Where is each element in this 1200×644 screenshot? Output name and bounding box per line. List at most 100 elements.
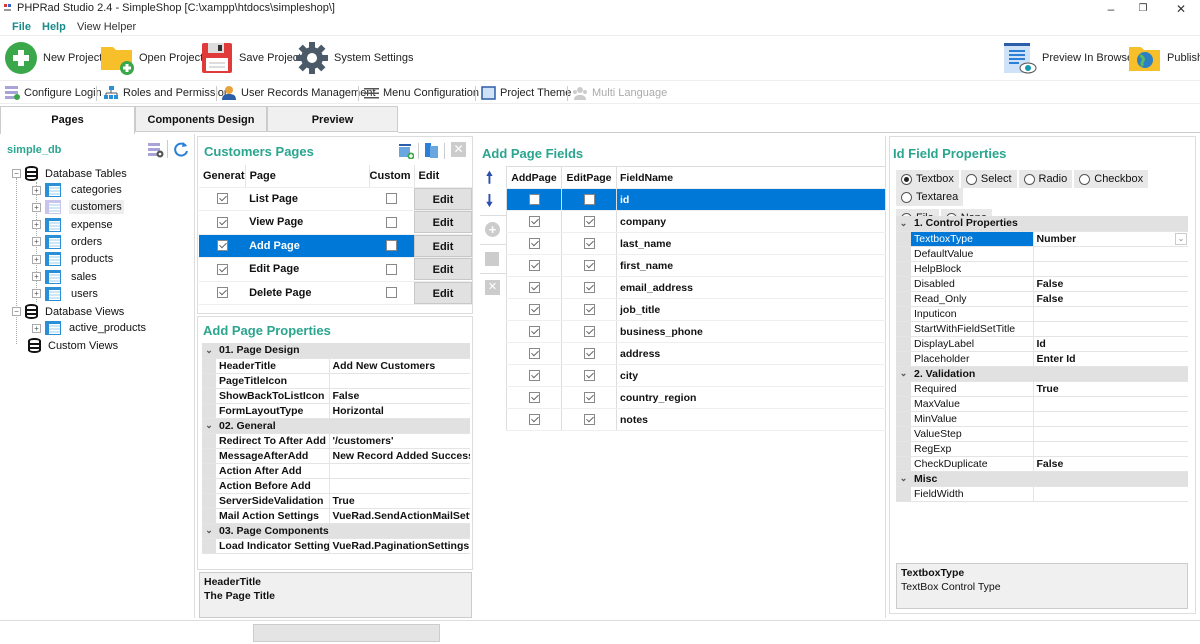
radio-checkbox[interactable]: Checkbox (1074, 170, 1149, 188)
add-field-icon[interactable]: + (485, 222, 500, 237)
property-category[interactable]: ⌄ 03. Page Components (202, 523, 470, 539)
property-row[interactable]: ShowBackToListIcon False (202, 388, 470, 404)
tree-node-view[interactable]: + active_products (32, 321, 146, 335)
property-row[interactable]: DisplayLabel Id (896, 336, 1188, 352)
property-value[interactable]: False (1033, 276, 1188, 292)
property-row[interactable]: Inputicon (896, 306, 1188, 322)
table-row[interactable]: Edit Page Edit (199, 257, 472, 282)
property-value[interactable] (1033, 396, 1188, 412)
property-row[interactable]: Placeholder Enter Id (896, 351, 1188, 367)
column-header-page[interactable]: Page (245, 165, 370, 188)
user-records-button[interactable]: User Records Management (222, 86, 376, 100)
add-page-icon[interactable] (398, 143, 414, 159)
radio-textbox[interactable]: Textbox (896, 170, 959, 188)
chevron-down-icon[interactable]: ⌄ (202, 418, 216, 434)
property-row[interactable]: ServerSideValidation True (202, 493, 470, 509)
configure-login-button[interactable]: Configure Login (5, 86, 102, 100)
tree-node-table[interactable]: + expense (32, 217, 115, 232)
addpage-checkbox[interactable] (528, 260, 540, 272)
radio-textarea[interactable]: Textarea (896, 188, 964, 206)
generate-checkbox[interactable] (216, 240, 228, 252)
property-value[interactable]: Number ⌄ (1033, 231, 1188, 247)
editpage-checkbox[interactable] (583, 282, 595, 294)
property-value[interactable]: Enter Id (1033, 351, 1188, 367)
close-button[interactable]: ✕ (1166, 0, 1196, 18)
addpage-checkbox[interactable] (528, 282, 540, 294)
property-row[interactable]: MessageAfterAdd New Record Added Success… (202, 448, 470, 464)
generate-checkbox[interactable] (216, 216, 228, 228)
tree-node-table[interactable]: + customers (32, 200, 124, 215)
db-settings-icon[interactable] (148, 142, 164, 158)
tab-components-design[interactable]: Components Design (135, 106, 267, 132)
property-row[interactable]: Redirect To After Add '/customers' (202, 433, 470, 449)
property-value[interactable]: True (329, 493, 470, 509)
tree-node-table[interactable]: + users (32, 286, 100, 301)
property-row[interactable]: Action Before Add (202, 478, 470, 494)
property-value[interactable] (1033, 321, 1188, 337)
property-row[interactable]: Disabled False (896, 276, 1188, 292)
editpage-checkbox[interactable] (583, 348, 595, 360)
addpage-checkbox[interactable] (528, 392, 540, 404)
addpage-checkbox[interactable] (528, 370, 540, 382)
editpage-checkbox[interactable] (583, 414, 595, 426)
property-value[interactable]: False (1033, 291, 1188, 307)
expand-icon[interactable]: + (32, 185, 41, 195)
edit-button[interactable]: Edit (414, 234, 472, 257)
menu-view-helper[interactable]: View Helper (77, 21, 136, 33)
radio-radio[interactable]: Radio (1018, 170, 1073, 188)
chevron-down-icon[interactable]: ⌄ (202, 523, 216, 539)
expand-icon[interactable]: + (32, 202, 41, 212)
property-value[interactable]: True (1033, 381, 1188, 397)
minimize-button[interactable]: – (1096, 0, 1126, 18)
collapse-icon[interactable]: − (12, 307, 21, 316)
new-project-button[interactable]: New Project (4, 41, 102, 75)
property-category[interactable]: ⌄ 2. Validation (896, 366, 1188, 382)
chevron-down-icon[interactable]: ⌄ (896, 216, 911, 232)
property-row[interactable]: Required True (896, 381, 1188, 397)
custom-checkbox[interactable] (386, 193, 398, 205)
property-row[interactable]: HelpBlock (896, 261, 1188, 277)
addpage-checkbox[interactable] (528, 326, 540, 338)
addpage-checkbox[interactable] (528, 348, 540, 360)
custom-checkbox[interactable] (386, 263, 398, 275)
table-row[interactable]: View Page Edit (199, 210, 472, 235)
tab-pages[interactable]: Pages (0, 106, 135, 134)
property-value[interactable] (1033, 306, 1188, 322)
property-value[interactable] (329, 478, 470, 494)
property-value[interactable]: VueRad.PaginationSettings (329, 538, 470, 554)
property-value[interactable]: Add New Customers (329, 358, 470, 374)
table-row[interactable]: Delete Page Edit (199, 281, 472, 305)
column-header-addpage[interactable]: AddPage (506, 166, 562, 189)
expand-icon[interactable]: + (32, 323, 41, 333)
chevron-down-icon[interactable]: ⌄ (896, 471, 911, 487)
property-row[interactable]: PageTitleIcon (202, 373, 470, 389)
property-value[interactable] (1033, 426, 1188, 442)
project-theme-button[interactable]: Project Theme (481, 86, 571, 100)
property-row[interactable]: Read_Only False (896, 291, 1188, 307)
expand-icon[interactable]: + (32, 237, 41, 247)
table-row[interactable]: country_region (506, 386, 886, 409)
addpage-checkbox[interactable] (528, 238, 540, 250)
roles-permission-button[interactable]: Roles and Permission (104, 86, 230, 100)
copy-page-icon[interactable] (424, 142, 440, 160)
property-value[interactable] (1033, 411, 1188, 427)
property-value[interactable]: '/customers' (329, 433, 470, 449)
system-settings-button[interactable]: System Settings (295, 41, 413, 75)
table-row[interactable]: id (506, 188, 886, 211)
property-value[interactable]: Horizontal (329, 403, 470, 419)
table-row[interactable]: job_title (506, 298, 886, 321)
table-row[interactable]: business_phone (506, 320, 886, 343)
tree-node-custom-views[interactable]: Custom Views (28, 338, 118, 353)
property-row[interactable]: Load Indicator Settings VueRad.Paginatio… (202, 538, 470, 554)
column-header-generate[interactable]: Generat (199, 165, 246, 188)
expand-icon[interactable]: + (32, 220, 41, 230)
property-value[interactable] (1033, 441, 1188, 457)
editpage-checkbox[interactable] (583, 260, 595, 272)
expand-icon[interactable]: + (32, 254, 41, 264)
publish-button[interactable]: Publish (1128, 41, 1200, 75)
property-row[interactable]: Mail Action Settings VueRad.SendActionMa… (202, 508, 470, 524)
property-row[interactable]: MaxValue (896, 396, 1188, 412)
editpage-checkbox[interactable] (583, 238, 595, 250)
menu-file[interactable]: File (12, 21, 31, 33)
table-row[interactable]: List Page Edit (199, 187, 472, 211)
